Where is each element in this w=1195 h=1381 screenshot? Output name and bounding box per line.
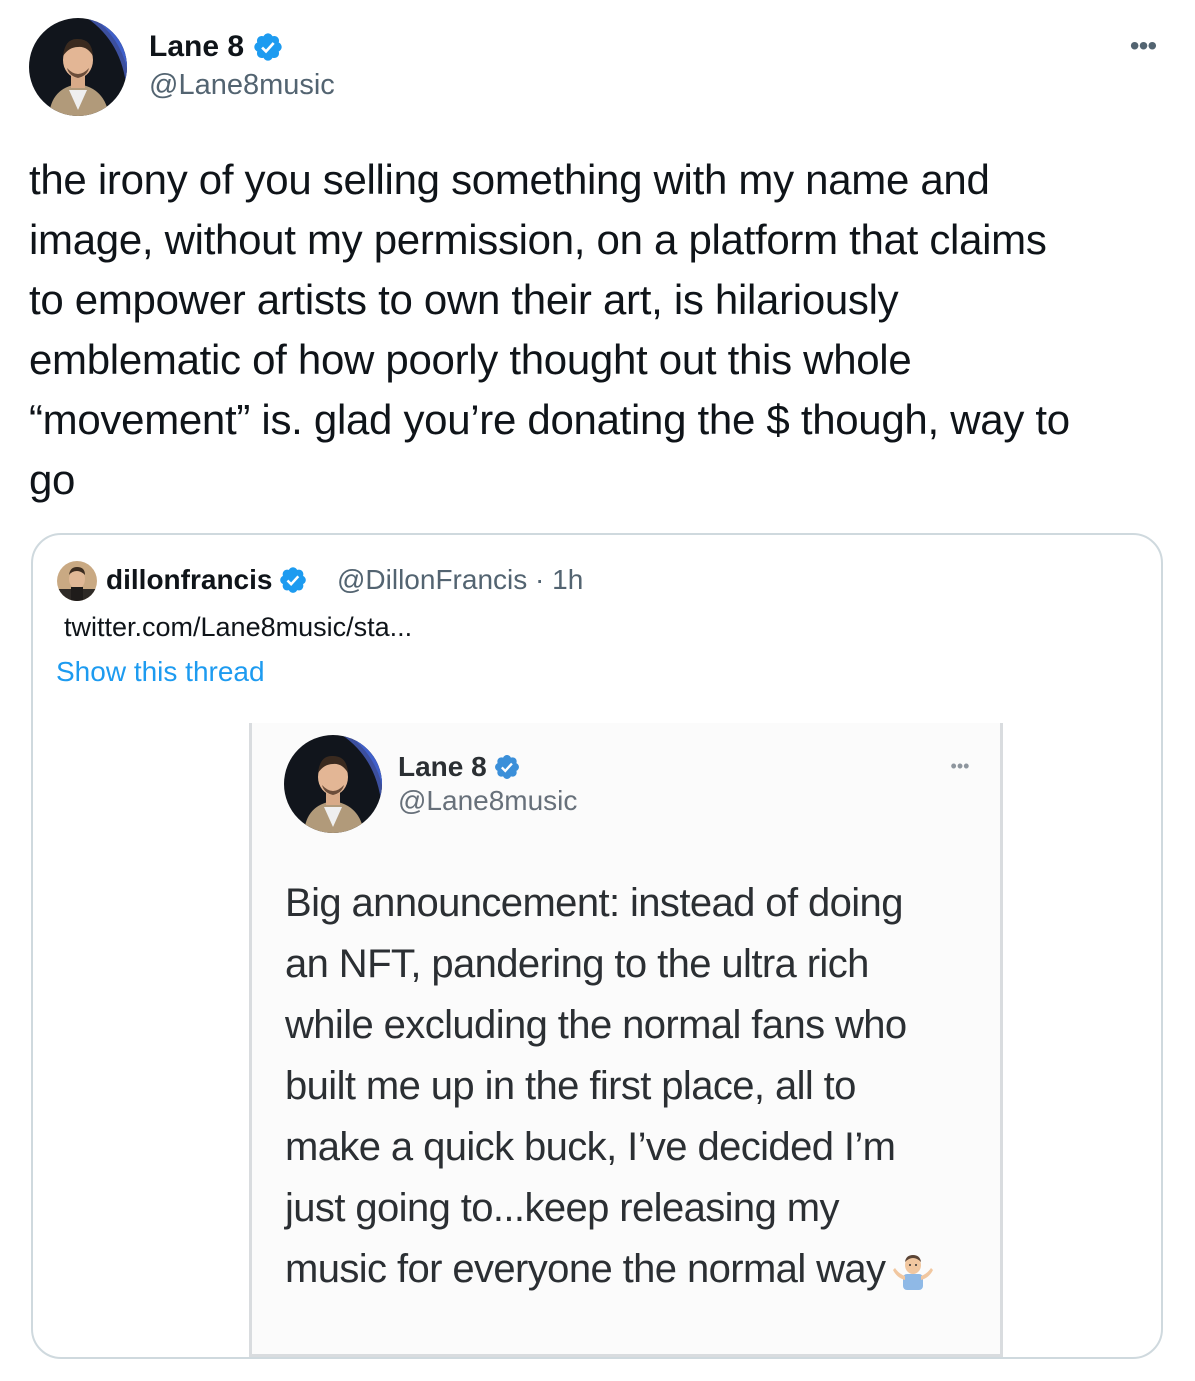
author-display-name[interactable]: Lane 8 (149, 28, 284, 66)
tweet-text-line: emblematic of how poorly thought out thi… (29, 336, 912, 383)
author-name-text[interactable]: Lane 8 (149, 28, 244, 66)
screenshot-text-line: just going to...keep releasing my (285, 1186, 839, 1230)
author-avatar[interactable] (29, 18, 127, 116)
tweet-text-line: the irony of you selling something with … (29, 156, 990, 203)
screenshot-text-line: built me up in the first place, all to (285, 1064, 856, 1108)
verified-badge-icon (278, 565, 308, 595)
tweet-text-line: to empower artists to own their art, is … (29, 276, 899, 323)
avatar-image (29, 18, 127, 116)
screenshot-author-name-text: Lane 8 (398, 751, 487, 782)
screenshot-author-avatar (284, 735, 382, 833)
tweet-text-line: image, without my permission, on a platf… (29, 216, 1047, 263)
screenshot-tweet-text: Big announcement: instead of doing an NF… (285, 873, 985, 1300)
screenshot-text-line: make a quick buck, I’ve decided I’m (285, 1125, 896, 1169)
more-horizontal-icon[interactable]: ••• (1123, 32, 1163, 60)
quoted-tweet-link[interactable]: twitter.com/Lane8music/sta... (64, 609, 412, 645)
avatar-image (284, 735, 382, 833)
verified-badge-icon (493, 753, 521, 781)
screenshot-author-name: Lane 8 (398, 749, 521, 785)
tweet-text-line: go (29, 456, 76, 503)
tweet-text: the irony of you selling something with … (29, 150, 1169, 510)
show-thread-link[interactable]: Show this thread (56, 654, 265, 690)
author-handle[interactable]: @Lane8music (149, 67, 335, 103)
person-shrugging-emoji-icon (893, 1250, 934, 1290)
screenshot-bottom-border (252, 1354, 1000, 1357)
quoted-author-avatar[interactable] (57, 561, 97, 601)
screenshot-text-line: Big announcement: instead of doing (285, 881, 903, 925)
quoted-author-name[interactable]: dillonfrancis (106, 562, 308, 598)
screenshot-text-line: an NFT, pandering to the ultra rich (285, 942, 869, 986)
quoted-author-name-text[interactable]: dillonfrancis (106, 562, 272, 598)
screenshot-text-line: while excluding the normal fans who (285, 1003, 907, 1047)
screenshot-text-line: music for everyone the normal way (285, 1247, 886, 1291)
more-horizontal-icon: ••• (950, 756, 970, 776)
screenshot-author-handle: @Lane8music (398, 785, 578, 816)
tweet-text-line: “movement” is. glad you’re donating the … (29, 396, 1070, 443)
quoted-author-handle-time[interactable]: @DillonFrancis · 1h (337, 562, 583, 598)
tweet: Lane 8 @Lane8music ••• the irony of you … (0, 0, 1195, 1381)
tweet-screenshot-image[interactable]: Lane 8 @Lane8music ••• Big announcement:… (249, 723, 1003, 1357)
quoted-tweet-card[interactable]: dillonfrancis @DillonFrancis · 1h twitte… (31, 533, 1163, 1359)
verified-badge-icon (252, 31, 284, 63)
avatar-image (57, 561, 97, 601)
screenshot-text-line-last: music for everyone the normal way (285, 1239, 985, 1300)
